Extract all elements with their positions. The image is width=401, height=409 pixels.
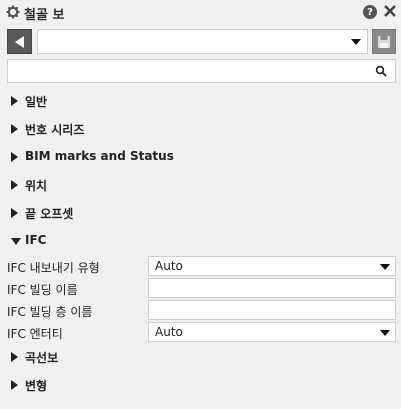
search-input[interactable]	[8, 60, 368, 82]
ifc-storey-name-field[interactable]	[148, 300, 396, 320]
expand-arrow-icon	[11, 124, 18, 134]
panel-title: 철골 보	[24, 8, 65, 23]
section-label: BIM marks and Status	[25, 149, 174, 163]
expand-arrow-icon	[11, 380, 18, 390]
search-icon[interactable]	[375, 65, 387, 77]
expand-arrow-icon	[11, 152, 18, 162]
save-disk-icon	[378, 35, 390, 48]
ifc-entity-select[interactable]: Auto	[148, 322, 396, 342]
ifc-export-type-select[interactable]: Auto	[148, 256, 396, 276]
close-icon[interactable]	[383, 4, 397, 18]
prop-label: IFC 빌딩 층 이름	[7, 305, 93, 319]
collapse-arrow-icon	[11, 238, 21, 245]
expand-arrow-icon	[11, 96, 18, 106]
chevron-down-icon	[380, 330, 390, 336]
section-label: 끝 오프셋	[25, 207, 74, 221]
prop-label: IFC 엔터티	[7, 327, 63, 341]
section-end-offset[interactable]: 끝 오프셋	[0, 201, 401, 225]
prop-ifc-building-name: IFC 빌딩 이름	[0, 278, 401, 298]
section-label: 번호 시리즈	[25, 123, 85, 137]
prop-value: Auto	[155, 325, 183, 339]
prop-label: IFC 내보내기 유형	[7, 261, 100, 275]
toolbar	[0, 28, 401, 56]
section-numbering-series[interactable]: 번호 시리즈	[0, 117, 401, 141]
prop-label: IFC 빌딩 이름	[7, 283, 78, 297]
prop-ifc-export-type: IFC 내보내기 유형 Auto	[0, 256, 401, 276]
section-deformation[interactable]: 변형	[0, 373, 401, 397]
preset-combo[interactable]	[37, 29, 368, 54]
search-box	[7, 59, 396, 83]
section-label: 변형	[25, 379, 48, 393]
section-general[interactable]: 일반	[0, 89, 401, 113]
gear-icon[interactable]	[6, 5, 20, 19]
section-position[interactable]: 위치	[0, 173, 401, 197]
prop-ifc-storey-name: IFC 빌딩 층 이름	[0, 300, 401, 320]
section-label: 곡선보	[25, 351, 59, 365]
save-button[interactable]	[372, 29, 396, 54]
title-bar: 철골 보 ?	[0, 0, 401, 26]
question-mark-icon[interactable]: ?	[363, 5, 377, 19]
prop-ifc-entity: IFC 엔터티 Auto	[0, 322, 401, 342]
ifc-building-name-field[interactable]	[148, 278, 396, 298]
back-arrow-icon	[14, 35, 24, 48]
section-label: 일반	[25, 95, 48, 109]
section-label: 위치	[25, 179, 48, 193]
back-button[interactable]	[7, 29, 32, 54]
section-label: IFC	[25, 233, 47, 247]
prop-value: Auto	[155, 259, 183, 273]
expand-arrow-icon	[11, 208, 18, 218]
expand-arrow-icon	[11, 352, 18, 362]
expand-arrow-icon	[11, 180, 18, 190]
chevron-down-icon	[380, 264, 390, 270]
section-ifc[interactable]: IFC	[0, 229, 401, 253]
section-bim-marks[interactable]: BIM marks and Status	[0, 145, 401, 169]
chevron-down-icon	[351, 39, 361, 45]
section-curved-beam[interactable]: 곡선보	[0, 345, 401, 369]
